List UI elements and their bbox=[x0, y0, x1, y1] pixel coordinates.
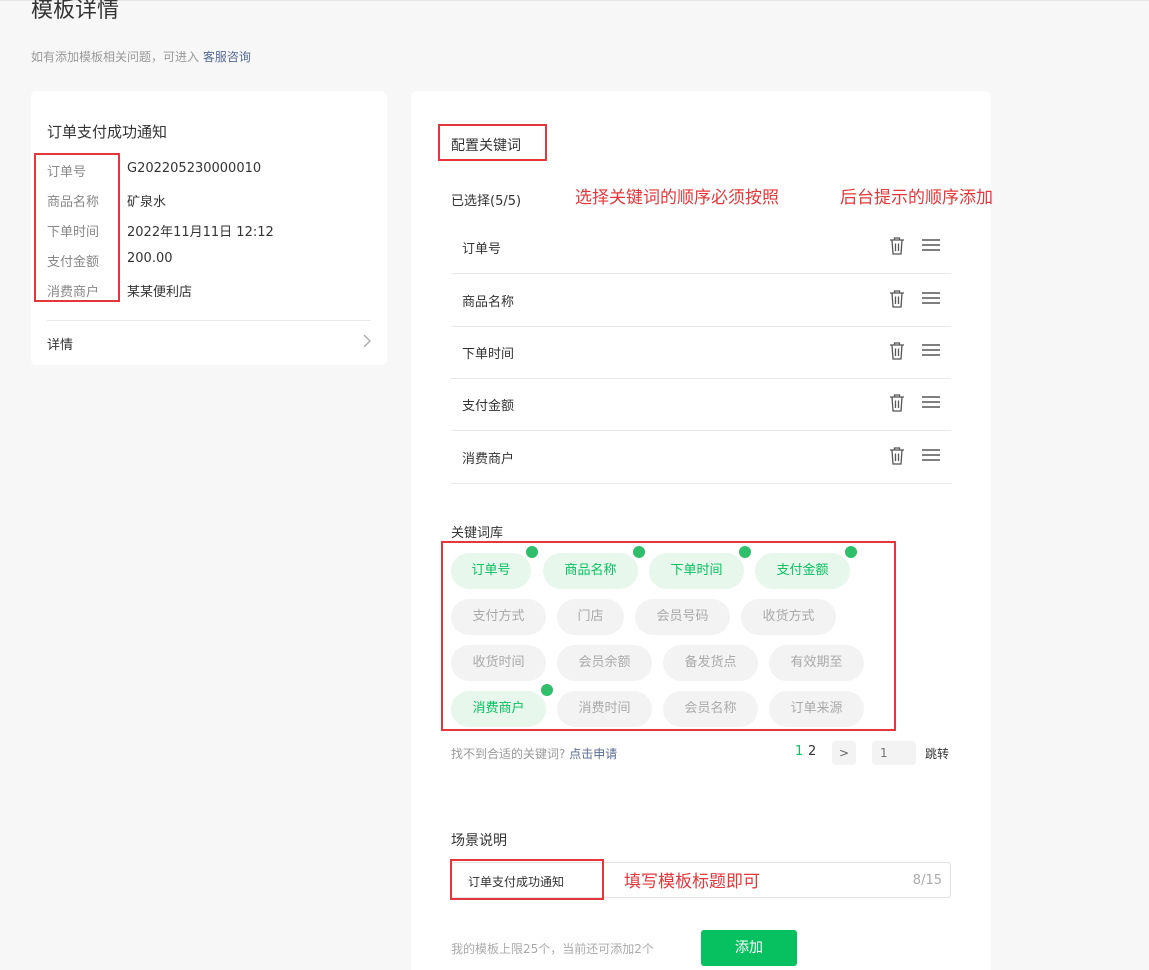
selected-keyword-row: 订单号 bbox=[451, 222, 951, 274]
annotation-box-config-title bbox=[438, 124, 547, 161]
selected-count: 已选择(5/5) bbox=[451, 194, 522, 209]
keyword-name: 商品名称 bbox=[462, 295, 515, 310]
keyword-name: 下单时间 bbox=[462, 347, 515, 362]
page-subtitle: 如有添加模板相关问题，可进入 客服咨询 bbox=[31, 48, 251, 65]
top-divider bbox=[0, 0, 1149, 1]
keyword-name: 支付金额 bbox=[462, 399, 515, 414]
annotation-text-scene: 填写模板标题即可 bbox=[624, 872, 760, 892]
annotation-box-keyword-library bbox=[441, 541, 896, 731]
drag-handle-icon[interactable] bbox=[921, 237, 941, 253]
selected-keyword-row: 下单时间 bbox=[451, 327, 951, 379]
field-value: 200.00 bbox=[127, 251, 173, 266]
drag-handle-icon[interactable] bbox=[921, 447, 941, 463]
selected-keyword-row: 商品名称 bbox=[451, 275, 951, 327]
trash-icon[interactable] bbox=[888, 393, 906, 413]
subtitle-text: 如有添加模板相关问题，可进入 bbox=[31, 50, 200, 64]
drag-handle-icon[interactable] bbox=[921, 342, 941, 358]
preview-divider bbox=[47, 320, 371, 321]
trash-icon[interactable] bbox=[888, 236, 906, 256]
keyword-name: 消费商户 bbox=[462, 452, 515, 467]
char-counter: 8/15 bbox=[912, 873, 942, 888]
annotation-text-order: 选择关键词的顺序必须按照 bbox=[575, 188, 779, 208]
field-value: G202205230000010 bbox=[127, 161, 262, 176]
drag-handle-icon[interactable] bbox=[921, 394, 941, 410]
field-value: 某某便利店 bbox=[127, 285, 193, 300]
customer-service-link[interactable]: 客服咨询 bbox=[203, 50, 251, 64]
field-value: 矿泉水 bbox=[127, 195, 167, 210]
drag-handle-icon[interactable] bbox=[921, 290, 941, 306]
next-page-button[interactable]: > bbox=[832, 741, 856, 765]
keyword-library-title: 关键词库 bbox=[451, 526, 504, 541]
page-title: 模板详情 bbox=[31, 0, 120, 23]
detail-link[interactable]: 详情 bbox=[47, 334, 371, 354]
field-value: 2022年11月11日 12:12 bbox=[127, 225, 274, 240]
template-limit-text: 我的模板上限25个，当前还可添加2个 bbox=[451, 942, 654, 956]
page-number-current[interactable]: 1 bbox=[795, 744, 803, 759]
keyword-config-card: 配置关键词 已选择(5/5) 订单号 商品名称 下单时间 支付金额 消费商户 关… bbox=[411, 91, 991, 970]
annotation-box-field-labels bbox=[34, 153, 120, 302]
page-number[interactable]: 2 bbox=[808, 744, 816, 759]
preview-title: 订单支付成功通知 bbox=[47, 123, 168, 141]
scene-title: 场景说明 bbox=[451, 833, 507, 849]
chevron-right-icon bbox=[363, 334, 371, 352]
keyword-name: 订单号 bbox=[462, 242, 502, 257]
annotation-text-order-2: 后台提示的顺序添加 bbox=[840, 188, 993, 208]
keyword-not-found: 找不到合适的关键词? 点击申请 bbox=[451, 745, 617, 762]
selected-keyword-row: 消费商户 bbox=[451, 432, 951, 484]
detail-label: 详情 bbox=[47, 338, 74, 353]
trash-icon[interactable] bbox=[888, 289, 906, 309]
trash-icon[interactable] bbox=[888, 341, 906, 361]
page-jump-input[interactable] bbox=[872, 741, 916, 765]
add-button[interactable]: 添加 bbox=[701, 930, 797, 966]
page-jump-button[interactable]: 跳转 bbox=[925, 745, 949, 762]
trash-icon[interactable] bbox=[888, 446, 906, 466]
apply-keyword-link[interactable]: 点击申请 bbox=[569, 747, 617, 761]
annotation-box-scene-input bbox=[450, 859, 604, 900]
selected-keyword-row: 支付金额 bbox=[451, 379, 951, 431]
not-found-text: 找不到合适的关键词? bbox=[451, 747, 566, 761]
